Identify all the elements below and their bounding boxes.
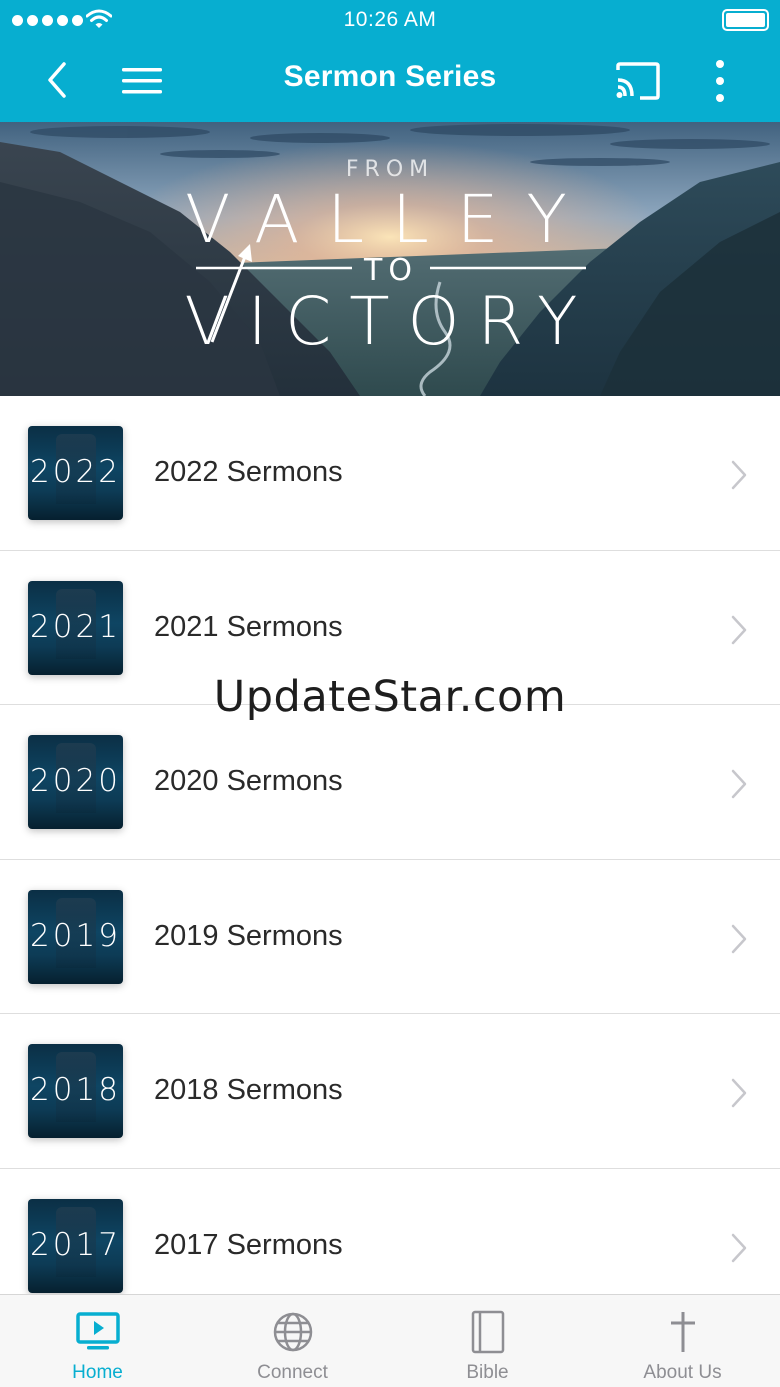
series-thumbnail: 2017 (28, 1198, 123, 1293)
series-row-2020[interactable]: 2020 2020 Sermons (0, 705, 780, 860)
tab-label: Connect (257, 1362, 328, 1383)
series-label: 2017 Sermons (154, 1228, 343, 1261)
watermark-text: UpdateStar.com (213, 672, 567, 722)
series-thumbnail: 2018 (28, 1044, 123, 1138)
banner-line-victory: VICTORY (185, 283, 596, 360)
tab-connect[interactable]: Connect (195, 1295, 390, 1387)
more-vertical-icon[interactable] (704, 56, 736, 106)
tab-bible[interactable]: Bible (390, 1295, 585, 1387)
series-banner[interactable]: FROM VALLEY TO VICTORY (0, 122, 780, 396)
series-thumbnail: 2021 (28, 580, 123, 675)
series-label: 2019 Sermons (154, 919, 343, 952)
tv-play-icon (75, 1312, 120, 1350)
series-label: 2018 Sermons (154, 1074, 343, 1106)
tab-label: Home (72, 1362, 123, 1383)
banner-artwork: FROM VALLEY TO VICTORY (0, 122, 780, 396)
thumbnail-year: 2018 (30, 1072, 121, 1108)
navigation-bar: Sermon Series (0, 42, 780, 122)
tab-label: Bible (466, 1362, 509, 1383)
chevron-right-icon (731, 460, 747, 490)
thumbnail-year: 2019 (30, 917, 121, 954)
sermon-series-list: 2022 2022 Sermons 2021 2021 Sermons 2020… (0, 396, 780, 1323)
status-bar: 10:26 AM (0, 0, 780, 42)
top-bar: 10:26 AM Sermon Series (0, 0, 780, 122)
tab-bar: Home Connect Bible About Us (0, 1294, 780, 1387)
thumbnail-year: 2022 (30, 454, 121, 490)
series-row-2019[interactable]: 2019 2019 Sermons (0, 859, 780, 1014)
series-row-2022[interactable]: 2022 2022 Sermons (0, 396, 780, 551)
series-label: 2021 Sermons (154, 610, 343, 643)
chevron-right-icon (731, 924, 747, 953)
series-label: 2020 Sermons (154, 765, 343, 797)
chevron-right-icon (731, 615, 747, 644)
thumbnail-year: 2021 (30, 608, 121, 645)
cross-icon (670, 1312, 695, 1352)
series-thumbnail: 2022 (28, 426, 123, 520)
banner-line-from: FROM (346, 157, 434, 182)
chevron-right-icon (731, 1233, 747, 1262)
tab-home[interactable]: Home (0, 1295, 195, 1387)
chevron-right-icon (731, 1078, 747, 1108)
thumbnail-year: 2020 (30, 763, 121, 799)
battery-icon (722, 9, 769, 31)
series-row-2018[interactable]: 2018 2018 Sermons (0, 1014, 780, 1169)
globe-icon (273, 1312, 312, 1352)
page-title: Sermon Series (283, 60, 497, 93)
series-thumbnail: 2020 (28, 735, 123, 829)
book-icon (471, 1310, 504, 1354)
app-screen: 10:26 AM Sermon Series FROM VALLEY TO VI… (0, 0, 780, 1387)
chevron-right-icon (731, 769, 747, 799)
series-label: 2022 Sermons (154, 456, 343, 488)
thumbnail-year: 2017 (30, 1226, 121, 1263)
status-time: 10:26 AM (343, 8, 437, 31)
series-thumbnail: 2019 (28, 889, 123, 984)
banner-line-valley: VALLEY (185, 181, 595, 258)
tab-about-us[interactable]: About Us (585, 1295, 780, 1387)
cast-icon[interactable] (612, 60, 662, 102)
tab-label: About Us (643, 1362, 722, 1383)
